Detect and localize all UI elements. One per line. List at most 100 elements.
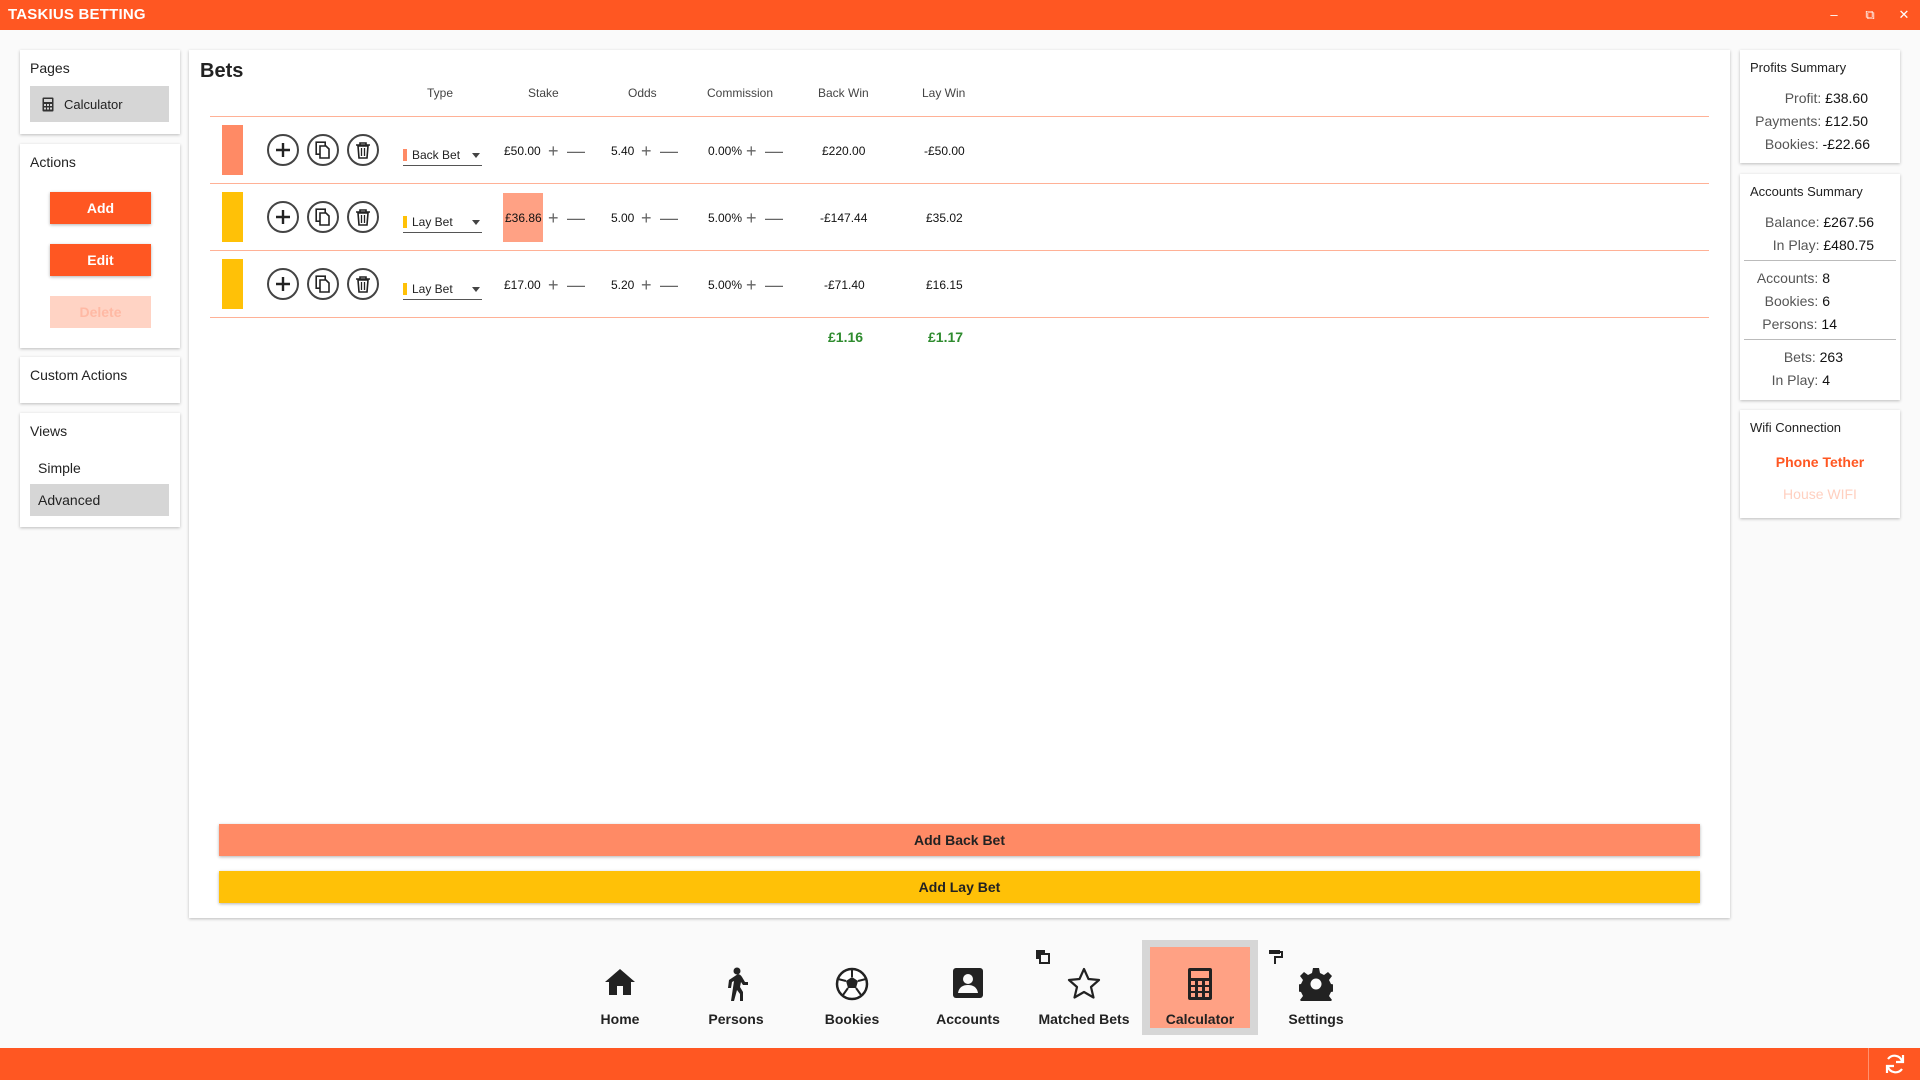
odds-value[interactable]: 5.20: [611, 278, 634, 292]
minus-icon[interactable]: —: [567, 142, 585, 160]
summary-label: In Play:: [1772, 237, 1820, 253]
summary-row-balance: Balance: £267.56: [1765, 214, 1874, 230]
chevron-down-icon: [472, 287, 480, 292]
copy-icon[interactable]: [307, 134, 339, 166]
summary-divider: [1744, 260, 1896, 261]
minus-icon[interactable]: —: [567, 276, 585, 294]
add-circle-icon[interactable]: [267, 134, 299, 166]
bottom-nav-bookies[interactable]: Bookies: [794, 940, 910, 1035]
minus-icon[interactable]: —: [765, 142, 783, 160]
plus-icon[interactable]: +: [746, 209, 757, 227]
trash-icon[interactable]: [347, 134, 379, 166]
minus-icon[interactable]: —: [765, 276, 783, 294]
minus-icon[interactable]: —: [660, 142, 678, 160]
wifi-option-house-wifi[interactable]: House WIFI: [1740, 486, 1900, 502]
plus-icon[interactable]: +: [548, 142, 559, 160]
add-back-bet-button[interactable]: Add Back Bet: [219, 824, 1700, 856]
back-win-value: -£147.44: [820, 211, 868, 225]
plus-icon[interactable]: +: [548, 276, 559, 294]
plus-icon[interactable]: +: [746, 276, 757, 294]
summary-value: £38.60: [1825, 90, 1868, 106]
bet-type-mark: [403, 148, 407, 161]
plus-icon[interactable]: +: [746, 142, 757, 160]
commission-value[interactable]: 5.00%: [708, 211, 742, 225]
bottom-nav-accounts[interactable]: Accounts: [910, 940, 1026, 1035]
total-back-win: £1.16: [828, 329, 864, 345]
star-icon: [1067, 967, 1101, 1004]
add-circle-icon[interactable]: [267, 201, 299, 233]
summary-value: £12.50: [1825, 113, 1868, 129]
summary-row-profit: Profit: £38.60: [1785, 90, 1868, 106]
summary-label: Balance:: [1765, 214, 1820, 230]
walking-person-icon: [723, 967, 749, 1008]
summary-row-payments: Payments: £12.50: [1755, 113, 1868, 129]
chevron-down-icon: [472, 153, 480, 158]
summary-value: 263: [1819, 349, 1843, 365]
paint-roller-icon[interactable]: [1268, 949, 1284, 970]
wifi-option-phone-tether[interactable]: Phone Tether: [1740, 454, 1900, 470]
summary-row-bookies: Bookies: 6: [1765, 293, 1830, 309]
close-button[interactable]: ✕: [1893, 4, 1915, 26]
edit-button[interactable]: Edit: [50, 244, 151, 276]
plus-icon[interactable]: +: [548, 209, 559, 227]
trash-icon[interactable]: [347, 268, 379, 300]
odds-value[interactable]: 5.40: [611, 144, 634, 158]
account-box-icon: [952, 967, 984, 1004]
stake-value[interactable]: £50.00: [504, 144, 541, 158]
col-head-stake: Stake: [528, 86, 559, 100]
minus-icon[interactable]: —: [660, 276, 678, 294]
copy-icon[interactable]: [307, 201, 339, 233]
bottom-nav-inner: Calculator: [1150, 947, 1250, 1028]
bet-type-select[interactable]: Back Bet: [403, 144, 482, 166]
delete-button[interactable]: Delete: [50, 296, 151, 328]
lay-win-value: £16.15: [926, 278, 963, 292]
add-lay-bet-button[interactable]: Add Lay Bet: [219, 871, 1700, 903]
stake-value[interactable]: £36.86: [505, 211, 542, 225]
bottom-nav-home[interactable]: Home: [562, 940, 678, 1035]
bet-type-select[interactable]: Lay Bet: [403, 211, 482, 233]
bottom-nav-calculator[interactable]: Calculator: [1142, 940, 1258, 1035]
summary-label: Bookies:: [1764, 136, 1819, 152]
minus-icon[interactable]: —: [765, 209, 783, 227]
copy-small-icon[interactable]: [1035, 949, 1051, 970]
plus-icon[interactable]: +: [641, 209, 652, 227]
view-item-simple[interactable]: Simple: [30, 452, 169, 484]
summary-label: In Play:: [1771, 372, 1819, 388]
view-item-advanced[interactable]: Advanced: [30, 484, 169, 516]
row-divider: [210, 183, 1709, 184]
summary-value: 4: [1822, 372, 1830, 388]
add-circle-icon[interactable]: [267, 268, 299, 300]
summary-row-accounts: Accounts: 8: [1757, 270, 1830, 286]
status-bar: [0, 1048, 1920, 1080]
bet-type-select[interactable]: Lay Bet: [403, 278, 482, 300]
bottom-nav-label: Matched Bets: [1038, 1011, 1130, 1027]
bet-type-mark: [403, 215, 407, 228]
lay-win-value: -£50.00: [924, 144, 965, 158]
minus-icon[interactable]: —: [660, 209, 678, 227]
summary-value: 14: [1821, 316, 1837, 332]
minimize-button[interactable]: –: [1823, 4, 1845, 26]
odds-input[interactable]: 5.00: [611, 211, 634, 225]
bottom-nav-label: Persons: [708, 1011, 764, 1027]
add-button[interactable]: Add: [50, 192, 151, 224]
copy-icon[interactable]: [307, 268, 339, 300]
page-item-calculator[interactable]: Calculator: [30, 86, 169, 122]
trash-icon[interactable]: [347, 201, 379, 233]
bottom-nav-persons[interactable]: Persons: [678, 940, 794, 1035]
restore-button[interactable]: ⧉: [1859, 4, 1881, 26]
refresh-button[interactable]: [1868, 1048, 1920, 1080]
summary-value: £267.56: [1823, 214, 1874, 230]
commission-value[interactable]: 5.00%: [708, 278, 742, 292]
summary-row-persons: Persons: 14: [1762, 316, 1837, 332]
stake-value[interactable]: £17.00: [504, 278, 541, 292]
plus-icon[interactable]: +: [641, 276, 652, 294]
actions-title: Actions: [30, 154, 76, 170]
commission-value[interactable]: 0.00%: [708, 144, 742, 158]
bottom-nav-inner: Persons: [686, 947, 786, 1028]
plus-icon[interactable]: +: [641, 142, 652, 160]
minus-icon[interactable]: —: [567, 209, 585, 227]
home-icon: [603, 967, 637, 1002]
bet-color-chip: [222, 259, 243, 309]
bottom-nav-label: Settings: [1288, 1011, 1344, 1027]
bottom-nav-label: Home: [600, 1011, 640, 1027]
